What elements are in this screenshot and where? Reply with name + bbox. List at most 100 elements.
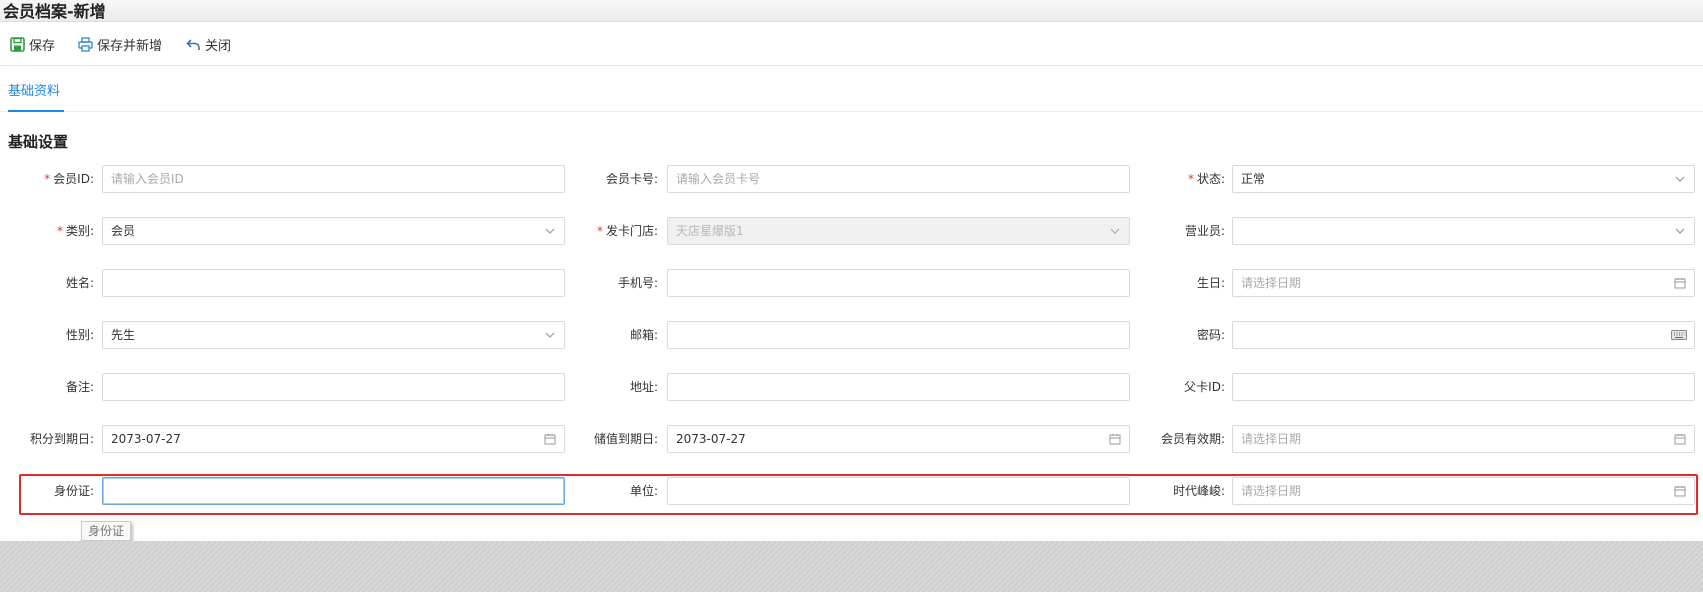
remark-label: 备注: [65, 380, 94, 394]
close-label: 关闭 [205, 38, 232, 54]
address-label: 地址: [629, 380, 658, 394]
window-titlebar: 会员档案-新增 [0, 0, 1703, 22]
calendar-icon [1674, 278, 1686, 289]
calendar-icon [1674, 486, 1686, 497]
form-row-5: 备注: 地址: 父卡ID: [0, 373, 1703, 401]
birthday-datepicker[interactable]: 请选择日期 [1232, 269, 1695, 297]
tab-bar: 基础资料 [0, 66, 1703, 112]
required-mark: * [44, 172, 51, 186]
close-button[interactable]: 关闭 [186, 34, 231, 54]
calendar-icon [544, 434, 556, 445]
parent-card-label: 父卡ID: [1184, 380, 1225, 394]
member-id-field[interactable] [102, 165, 565, 193]
form-row-4: 性别: 先生 邮箱: 密码: [0, 321, 1703, 349]
calendar-icon [1109, 434, 1121, 445]
member-validity-datepicker[interactable]: 请选择日期 [1232, 425, 1695, 453]
company-label: 单位: [629, 484, 658, 498]
email-field[interactable] [667, 321, 1130, 349]
status-label: * 状态: [1187, 172, 1225, 186]
address-input[interactable] [668, 374, 1129, 400]
member-id-input[interactable] [103, 166, 564, 192]
birthday-placeholder: 请选择日期 [1241, 276, 1302, 290]
required-mark: * [56, 224, 63, 238]
email-label: 邮箱: [629, 328, 658, 342]
form-row-7: 身份证: 单位: 时代峰峻: 请选择日期 [0, 477, 1703, 505]
phone-label: 手机号: [617, 276, 658, 290]
status-value: 正常 [1241, 172, 1266, 186]
company-field[interactable] [667, 477, 1130, 505]
name-label: 姓名: [65, 276, 94, 290]
name-input[interactable] [103, 270, 564, 296]
name-field[interactable] [102, 269, 565, 297]
required-mark: * [1187, 172, 1194, 186]
issue-store-select: 天店星爆版1 [667, 217, 1130, 245]
chevron-down-icon [1675, 228, 1685, 234]
save-button[interactable]: 保存 [10, 34, 55, 54]
save-and-new-button[interactable]: 保存并新增 [78, 34, 162, 54]
era-peak-label: 时代峰峻: [1172, 484, 1225, 498]
era-peak-placeholder: 请选择日期 [1241, 484, 1302, 498]
save-icon [10, 36, 25, 52]
gender-select[interactable]: 先生 [102, 321, 565, 349]
calendar-icon [1674, 434, 1686, 445]
category-value: 会员 [111, 224, 136, 238]
parent-card-input[interactable] [1233, 374, 1694, 400]
gender-label: 性别: [65, 328, 94, 342]
chevron-down-icon [545, 228, 555, 234]
issue-store-value: 天店星爆版1 [676, 224, 744, 238]
password-field[interactable] [1232, 321, 1695, 349]
password-input[interactable] [1233, 322, 1694, 348]
section-title: 基础设置 [8, 133, 69, 151]
stored-value-expiry-value: 2073-07-27 [676, 432, 746, 446]
form-row-3: 姓名: 手机号: 生日: 请选择日期 [0, 269, 1703, 297]
card-no-label: 会员卡号: [605, 172, 658, 186]
remark-input[interactable] [103, 374, 564, 400]
era-peak-datepicker[interactable]: 请选择日期 [1232, 477, 1695, 505]
parent-card-field[interactable] [1232, 373, 1695, 401]
stored-value-expiry-label: 储值到期日: [593, 432, 658, 446]
email-input[interactable] [668, 322, 1129, 348]
salesperson-label: 营业员: [1184, 224, 1225, 238]
chevron-down-icon [1110, 228, 1120, 234]
save-and-new-label: 保存并新增 [97, 38, 163, 54]
stored-value-expiry-datepicker[interactable]: 2073-07-27 [667, 425, 1130, 453]
page: 会员档案-新增 保存 保存并新增 关闭 基础资料 基础设置 * 会员ID: 请输… [0, 0, 1703, 541]
category-label: * 类别: [56, 224, 94, 238]
id-card-tooltip: 身份证 [81, 521, 132, 541]
keyboard-icon[interactable] [1671, 329, 1687, 341]
member-validity-label: 会员有效期: [1160, 432, 1225, 446]
form-row-1: *会员ID: 会员卡号: *状态: 正常 [0, 165, 1703, 193]
points-expiry-value: 2073-07-27 [111, 432, 181, 446]
phone-input[interactable] [668, 270, 1129, 296]
points-expiry-datepicker[interactable]: 2073-07-27 [102, 425, 565, 453]
window-title: 会员档案-新增 [3, 2, 106, 21]
id-card-input[interactable] [103, 478, 564, 504]
gender-value: 先生 [111, 328, 136, 342]
category-select[interactable]: 会员 [102, 217, 565, 245]
issue-store-label: * 发卡门店: [596, 224, 658, 238]
undo-arrow-icon [186, 38, 200, 50]
remark-field[interactable] [102, 373, 565, 401]
save-label: 保存 [29, 38, 56, 54]
id-card-field[interactable] [102, 477, 565, 505]
id-card-label: 身份证: [53, 484, 94, 498]
card-no-input[interactable] [668, 166, 1129, 192]
form-row-2: * 类别: 会员 * 发卡门店: 天店星爆版1 营业员: [0, 217, 1703, 245]
salesperson-select[interactable] [1232, 217, 1695, 245]
chevron-down-icon [1675, 176, 1685, 182]
password-label: 密码: [1196, 328, 1225, 342]
chevron-down-icon [545, 332, 555, 338]
form-row-6: 积分到期日: 2073-07-27 储值到期日: 2073-07-27 会员有效… [0, 425, 1703, 453]
toolbar: 保存 保存并新增 关闭 [0, 22, 1703, 66]
points-expiry-label: 积分到期日: [29, 432, 94, 446]
member-validity-placeholder: 请选择日期 [1241, 432, 1302, 446]
status-select[interactable]: 正常 [1232, 165, 1695, 193]
address-field[interactable] [667, 373, 1130, 401]
phone-field[interactable] [667, 269, 1130, 297]
printer-icon [78, 36, 93, 52]
card-no-field[interactable] [667, 165, 1130, 193]
company-input[interactable] [668, 478, 1129, 504]
tab-basic-info[interactable]: 基础资料 [8, 80, 64, 112]
required-mark: * [596, 224, 603, 238]
birthday-label: 生日: [1196, 276, 1225, 290]
